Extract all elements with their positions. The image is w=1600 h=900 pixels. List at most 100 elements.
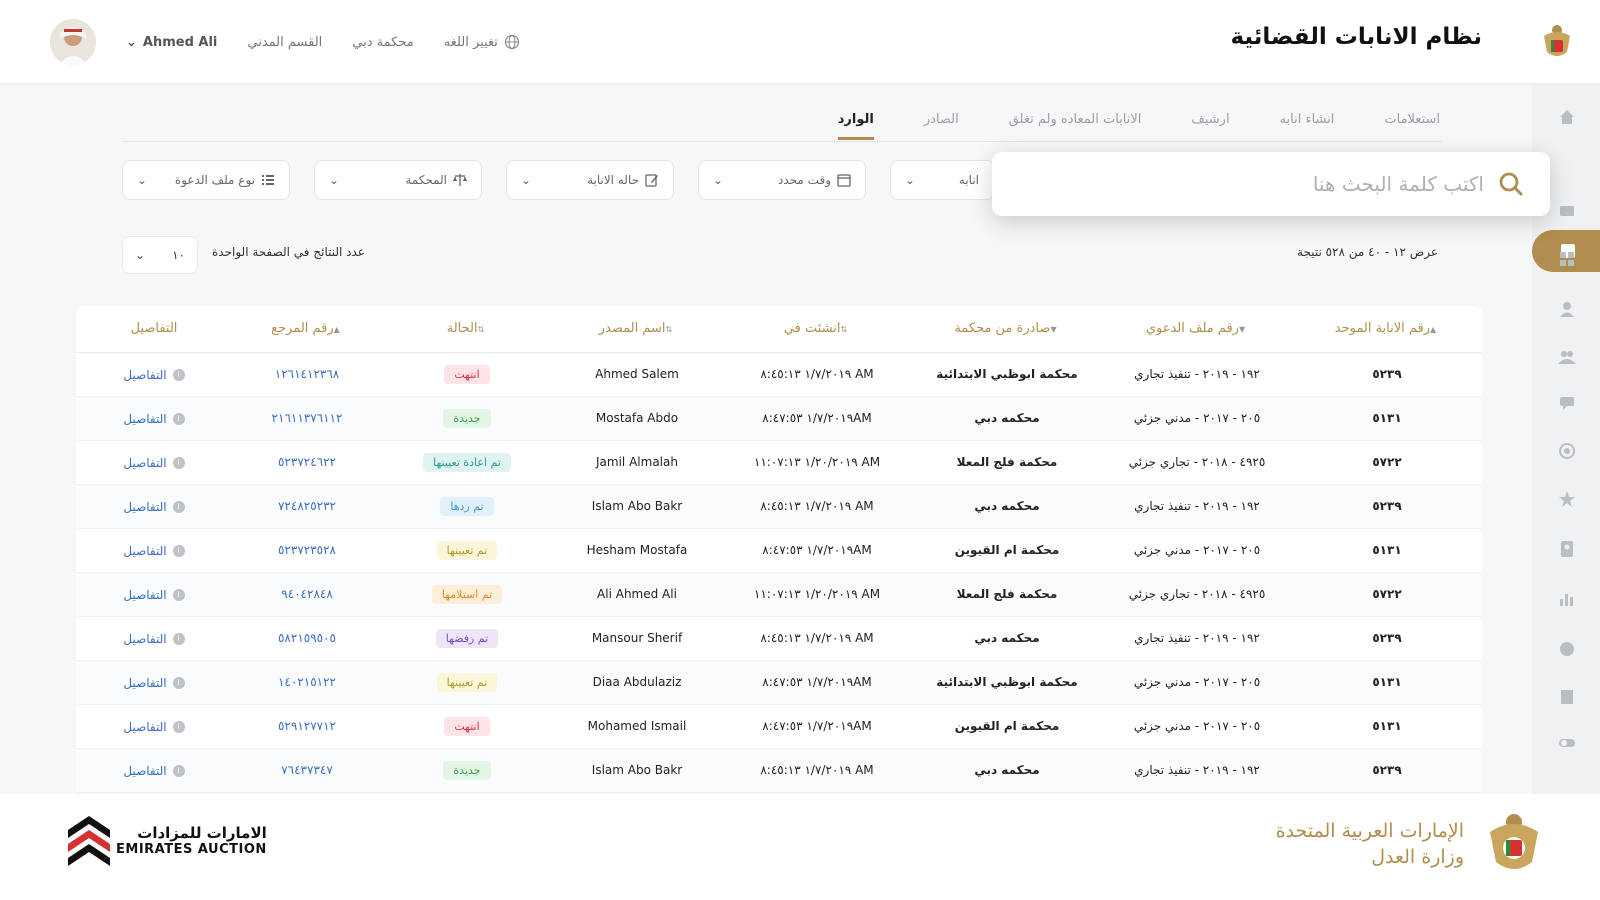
details-link[interactable]: i التفاصيل [123, 763, 185, 778]
filter-time[interactable]: وقت محدد ⌄ [698, 160, 866, 200]
tab-returned-open[interactable]: الانابات المعاده ولم تغلق [1009, 112, 1142, 140]
nav-civil-section[interactable]: القسم المدني [247, 35, 322, 50]
col-court[interactable]: ▼صادرة من محكمة [912, 306, 1102, 353]
grid-icon[interactable] [1556, 248, 1578, 270]
cell-reference: ٩٤٠٤٢٨٤٨ [232, 572, 382, 617]
cell-court: محكمة ابوظبي الابتدائية [912, 352, 1102, 397]
cell-created: ١/٧/٢٠١٩ ٨:٤٥:١٣ AM [722, 352, 912, 397]
details-link[interactable]: i التفاصيل [123, 544, 185, 558]
table-row[interactable]: ٥١٣١ ٢٠٥ - ٢٠١٧ - مدني جزئي محكمة ام القيو… [76, 528, 1482, 573]
table-row[interactable]: ٥٢٣٩ ١٩٢ - ٢٠١٩ - تنفيذ تجاري محكمه دبي ١/٧… [76, 484, 1482, 529]
cell-case-file: ٢٠٥ - ٢٠١٧ - مدني جزئي [1102, 528, 1292, 573]
table-row[interactable]: ٥٢٣٩ ١٩٢ - ٢٠١٩ - تنفيذ تجاري محكمه دبي ١/٧… [76, 616, 1482, 661]
cell-details: i التفاصيل [76, 484, 232, 529]
bar-chart-icon[interactable] [1556, 588, 1578, 610]
per-page-select[interactable]: ⌄ ١٠ [122, 236, 198, 274]
user-menu[interactable]: ⌄ Ahmed Ali [126, 35, 217, 50]
table-row[interactable]: ٥٢٣٩ ١٩٢ - ٢٠١٩ - تنفيذ تجاري محكمة ابوظبي… [76, 352, 1482, 397]
cell-status: تم اعادة تعيينها [382, 440, 552, 485]
filter-court-label: المحكمة [405, 173, 447, 187]
cell-case-file: ١٩٢ - ٢٠١٩ - تنفيذ تجاري [1102, 616, 1292, 661]
col-created[interactable]: ⇅انشئت في [722, 306, 912, 353]
table-row[interactable]: ٥١٣١ ٢٠٥ - ٢٠١٧ - مدني جزئي محكمة ام القيو… [76, 704, 1482, 749]
chat-icon[interactable] [1556, 392, 1578, 414]
col-source[interactable]: ⇅اسم المصدر [552, 306, 722, 353]
details-link[interactable]: i التفاصيل [123, 500, 185, 514]
user-icon[interactable] [1556, 298, 1578, 320]
chevron-down-icon: ⌄ [329, 173, 340, 187]
app-title: نظام الانابات القضائية [1230, 24, 1482, 50]
star-icon[interactable] [1556, 488, 1578, 510]
details-link[interactable]: i التفاصيل [123, 368, 185, 382]
details-link[interactable]: i التفاصيل [123, 456, 185, 470]
chevron-down-icon: ⌄ [137, 173, 148, 187]
filter-case-type-label: نوع ملف الدعوة [174, 173, 255, 187]
col-unified-id[interactable]: ▲رقم الانابة الموحد [1292, 306, 1482, 353]
table-row[interactable]: ٥٧٢٢ ٤٩٢٥ - ٢٠١٨ - تجاري جزئي محكمة فلج ال… [76, 440, 1482, 485]
details-label: التفاصيل [123, 763, 167, 778]
tab-inquiries[interactable]: استعلامات [1384, 112, 1440, 140]
cell-source: Hesham Mostafa [552, 528, 722, 573]
footer: الإمارات العربية المتحدة وزارة العدل الا… [0, 794, 1600, 900]
nav-dubai-court[interactable]: محكمة دبي [352, 35, 413, 50]
info-icon: i [172, 500, 185, 513]
cell-case-file: ١٩٢ - ٢٠١٩ - تنفيذ تجاري [1102, 352, 1292, 397]
cell-source: Ahmed Salem [552, 352, 722, 397]
cell-source: Islam Abo Bakr [552, 748, 722, 793]
table-row[interactable]: ٥٢٣٩ ١٩٢ - ٢٠١٩ - تنفيذ تجاري محكمه دبي ١/٧… [76, 748, 1482, 793]
col-status[interactable]: ⇅الحالة [382, 306, 552, 353]
col-case-file[interactable]: ▼رقم ملف الدعوي [1102, 306, 1292, 353]
cell-created: ١/٧/٢٠١٩ ٨:٤٥:١٣ AM [722, 748, 912, 793]
tab-archive[interactable]: ارشيف [1191, 112, 1229, 140]
tab-create-inabah[interactable]: انشاء انابه [1280, 112, 1335, 140]
details-link[interactable]: i التفاصيل [123, 676, 185, 690]
users-icon[interactable] [1556, 346, 1578, 368]
top-header: نظام الانابات القضائية ⌄ Ahmed Ali القسم… [0, 0, 1600, 84]
home-icon[interactable] [1556, 106, 1578, 128]
tabs-divider [122, 141, 1442, 142]
filter-case-type[interactable]: نوع ملف الدعوة ⌄ [122, 160, 290, 200]
filter-inabah[interactable]: انابه ⌄ [890, 160, 994, 200]
pie-icon[interactable] [1556, 638, 1578, 660]
cell-court: محكمه دبي [912, 484, 1102, 529]
cell-created: ١/٧/٢٠١٩ ٨:٤٧:٥٣AM [722, 660, 912, 705]
status-badge: تم تعيينها [436, 540, 498, 560]
cell-court: محكمة فلج المعلا [912, 440, 1102, 485]
target-icon[interactable] [1556, 440, 1578, 462]
tab-outgoing[interactable]: الصادر [924, 112, 959, 140]
details-link[interactable]: i التفاصيل [123, 720, 185, 734]
status-badge: انتهت [444, 716, 490, 736]
filter-court[interactable]: المحكمة ⌄ [314, 160, 482, 200]
status-badge: تم تعيينها [436, 672, 498, 692]
toggle-icon[interactable] [1556, 732, 1578, 754]
cell-reference: ٥٢٩١٢٧٧١٢ [232, 704, 382, 749]
details-link[interactable]: i التفاصيل [123, 632, 185, 646]
search-icon[interactable] [1498, 171, 1524, 197]
cell-details: i التفاصيل [76, 704, 232, 749]
tab-inbox[interactable]: الوارد [837, 112, 874, 140]
cell-status: انتهت [382, 704, 552, 749]
avatar[interactable] [50, 19, 96, 65]
cell-source: Ali Ahmed Ali [552, 572, 722, 617]
cell-case-file: ١٩٢ - ٢٠١٩ - تنفيذ تجاري [1102, 748, 1292, 793]
contact-icon[interactable] [1556, 538, 1578, 560]
table-row[interactable]: ٥١٣١ ٢٠٥ - ٢٠١٧ - مدني جزئي محكمه دبي ١/٧/٢… [76, 396, 1482, 441]
search-input[interactable] [1044, 172, 1484, 196]
filter-status[interactable]: حاله الانابة ⌄ [506, 160, 674, 200]
cell-status: تم رفضها [382, 616, 552, 661]
calendar-icon [837, 174, 851, 187]
details-link[interactable]: i التفاصيل [123, 412, 185, 426]
cell-reference: ١٤٠٢١٥١٢٢ [232, 660, 382, 705]
building-icon[interactable] [1556, 686, 1578, 708]
cell-created: ١/٢٠/٢٠١٩ ١١:٠٧:١٣ AM [722, 572, 912, 617]
col-reference[interactable]: ▲رقم المرجع [232, 306, 382, 353]
table-row[interactable]: ٥٧٢٢ ٤٩٢٥ - ٢٠١٨ - تجاري جزئي محكمة فلج ال… [76, 572, 1482, 617]
cell-status: تم تعيينها [382, 660, 552, 705]
info-icon: i [172, 412, 185, 425]
mail-icon[interactable] [1556, 200, 1578, 222]
details-link[interactable]: i التفاصيل [123, 588, 185, 602]
table-row[interactable]: ٥١٣١ ٢٠٥ - ٢٠١٧ - مدني جزئي محكمة ابوظبي ا… [76, 660, 1482, 705]
info-icon: i [172, 632, 185, 645]
cell-unified-id: ٥٢٣٩ [1292, 616, 1482, 661]
language-switch[interactable]: تغيير اللغه [444, 34, 520, 50]
